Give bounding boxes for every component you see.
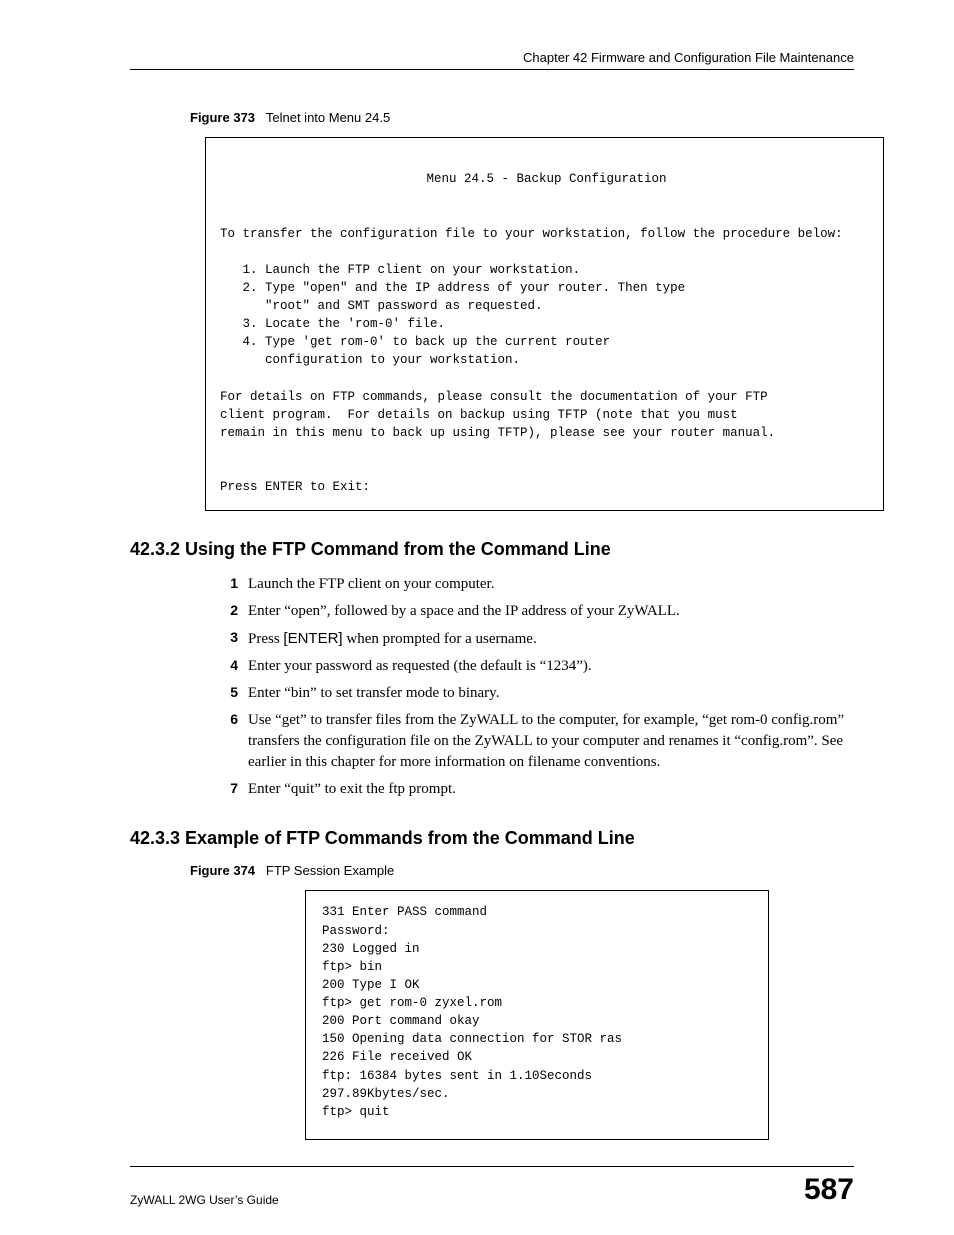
- figure-intro: To transfer the configuration file to yo…: [220, 227, 843, 241]
- indent: [220, 353, 243, 367]
- ftp-line-12: ftp> quit: [322, 1105, 390, 1119]
- fig-step-4a: 4. Type 'get rom-0' to back up the curre…: [243, 335, 611, 349]
- indent: [220, 335, 243, 349]
- step-4: Enter your password as requested (the de…: [218, 656, 854, 677]
- step-7: Enter “quit” to exit the ftp prompt.: [218, 779, 854, 800]
- page-footer: ZyWALL 2WG User’s Guide 587: [130, 1166, 854, 1207]
- step-2: Enter “open”, followed by a space and th…: [218, 601, 854, 622]
- figure-label: Figure 373: [190, 110, 255, 125]
- ftp-line-8: 150 Opening data connection for STOR ras: [322, 1032, 622, 1046]
- ftp-line-2: Password:: [322, 924, 390, 938]
- step-6: Use “get” to transfer files from the ZyW…: [218, 710, 854, 773]
- step-3-c: when prompted for a username.: [343, 631, 537, 647]
- ftp-line-10: ftp: 16384 bytes sent in 1.10Seconds: [322, 1069, 592, 1083]
- ftp-line-11: 297.89Kbytes/sec.: [322, 1087, 450, 1101]
- ftp-line-6: ftp> get rom-0 zyxel.rom: [322, 996, 502, 1010]
- fig-step-2a: 2. Type "open" and the IP address of you…: [243, 281, 686, 295]
- ftp-line-7: 200 Port command okay: [322, 1014, 480, 1028]
- fig-press-enter: Press ENTER to Exit:: [220, 480, 370, 494]
- fig-details-1: For details on FTP commands, please cons…: [220, 390, 768, 404]
- indent: [220, 317, 243, 331]
- indent: [220, 299, 243, 313]
- figure-374-box: 331 Enter PASS command Password: 230 Log…: [305, 890, 769, 1140]
- figure-373-caption: Figure 373 Telnet into Menu 24.5: [190, 110, 854, 125]
- figure-373-box: Menu 24.5 - Backup Configuration To tran…: [205, 137, 884, 511]
- step-5: Enter “bin” to set transfer mode to bina…: [218, 683, 854, 704]
- section-42-3-2-heading: 42.3.2 Using the FTP Command from the Co…: [130, 539, 854, 560]
- step-1: Launch the FTP client on your computer.: [218, 574, 854, 595]
- enter-key: [ENTER]: [283, 630, 342, 647]
- chapter-label: Chapter 42 Firmware and Configuration Fi…: [523, 50, 854, 65]
- step-3: Press [ENTER] when prompted for a userna…: [218, 628, 854, 650]
- ftp-line-1: 331 Enter PASS command: [322, 905, 487, 919]
- section-42-3-3-heading: 42.3.3 Example of FTP Commands from the …: [130, 828, 854, 849]
- steps-list-4232: Launch the FTP client on your computer. …: [218, 574, 854, 800]
- figure-caption-text: Telnet into Menu 24.5: [266, 110, 390, 125]
- figure-caption-text: FTP Session Example: [266, 863, 394, 878]
- figure-label: Figure 374: [190, 863, 255, 878]
- footer-guide: ZyWALL 2WG User’s Guide: [130, 1193, 279, 1207]
- ftp-line-3: 230 Logged in: [322, 942, 420, 956]
- fig-step-3: 3. Locate the 'rom-0' file.: [243, 317, 446, 331]
- ftp-line-5: 200 Type I OK: [322, 978, 420, 992]
- fig-step-1: 1. Launch the FTP client on your worksta…: [243, 263, 581, 277]
- fig-details-2: client program. For details on backup us…: [220, 408, 738, 422]
- step-3-a: Press: [248, 631, 283, 647]
- fig-step-4b: configuration to your workstation.: [243, 353, 521, 367]
- fig-step-2b: "root" and SMT password as requested.: [243, 299, 543, 313]
- running-header: Chapter 42 Firmware and Configuration Fi…: [130, 50, 854, 70]
- page-number: 587: [804, 1173, 854, 1207]
- fig-details-3: remain in this menu to back up using TFT…: [220, 426, 775, 440]
- indent: [220, 281, 243, 295]
- ftp-line-4: ftp> bin: [322, 960, 382, 974]
- figure-374-caption: Figure 374 FTP Session Example: [190, 863, 854, 878]
- page: Chapter 42 Firmware and Configuration Fi…: [0, 0, 954, 1235]
- indent: [220, 263, 243, 277]
- menu-title: Menu 24.5 - Backup Configuration: [220, 170, 873, 188]
- ftp-line-9: 226 File received OK: [322, 1050, 472, 1064]
